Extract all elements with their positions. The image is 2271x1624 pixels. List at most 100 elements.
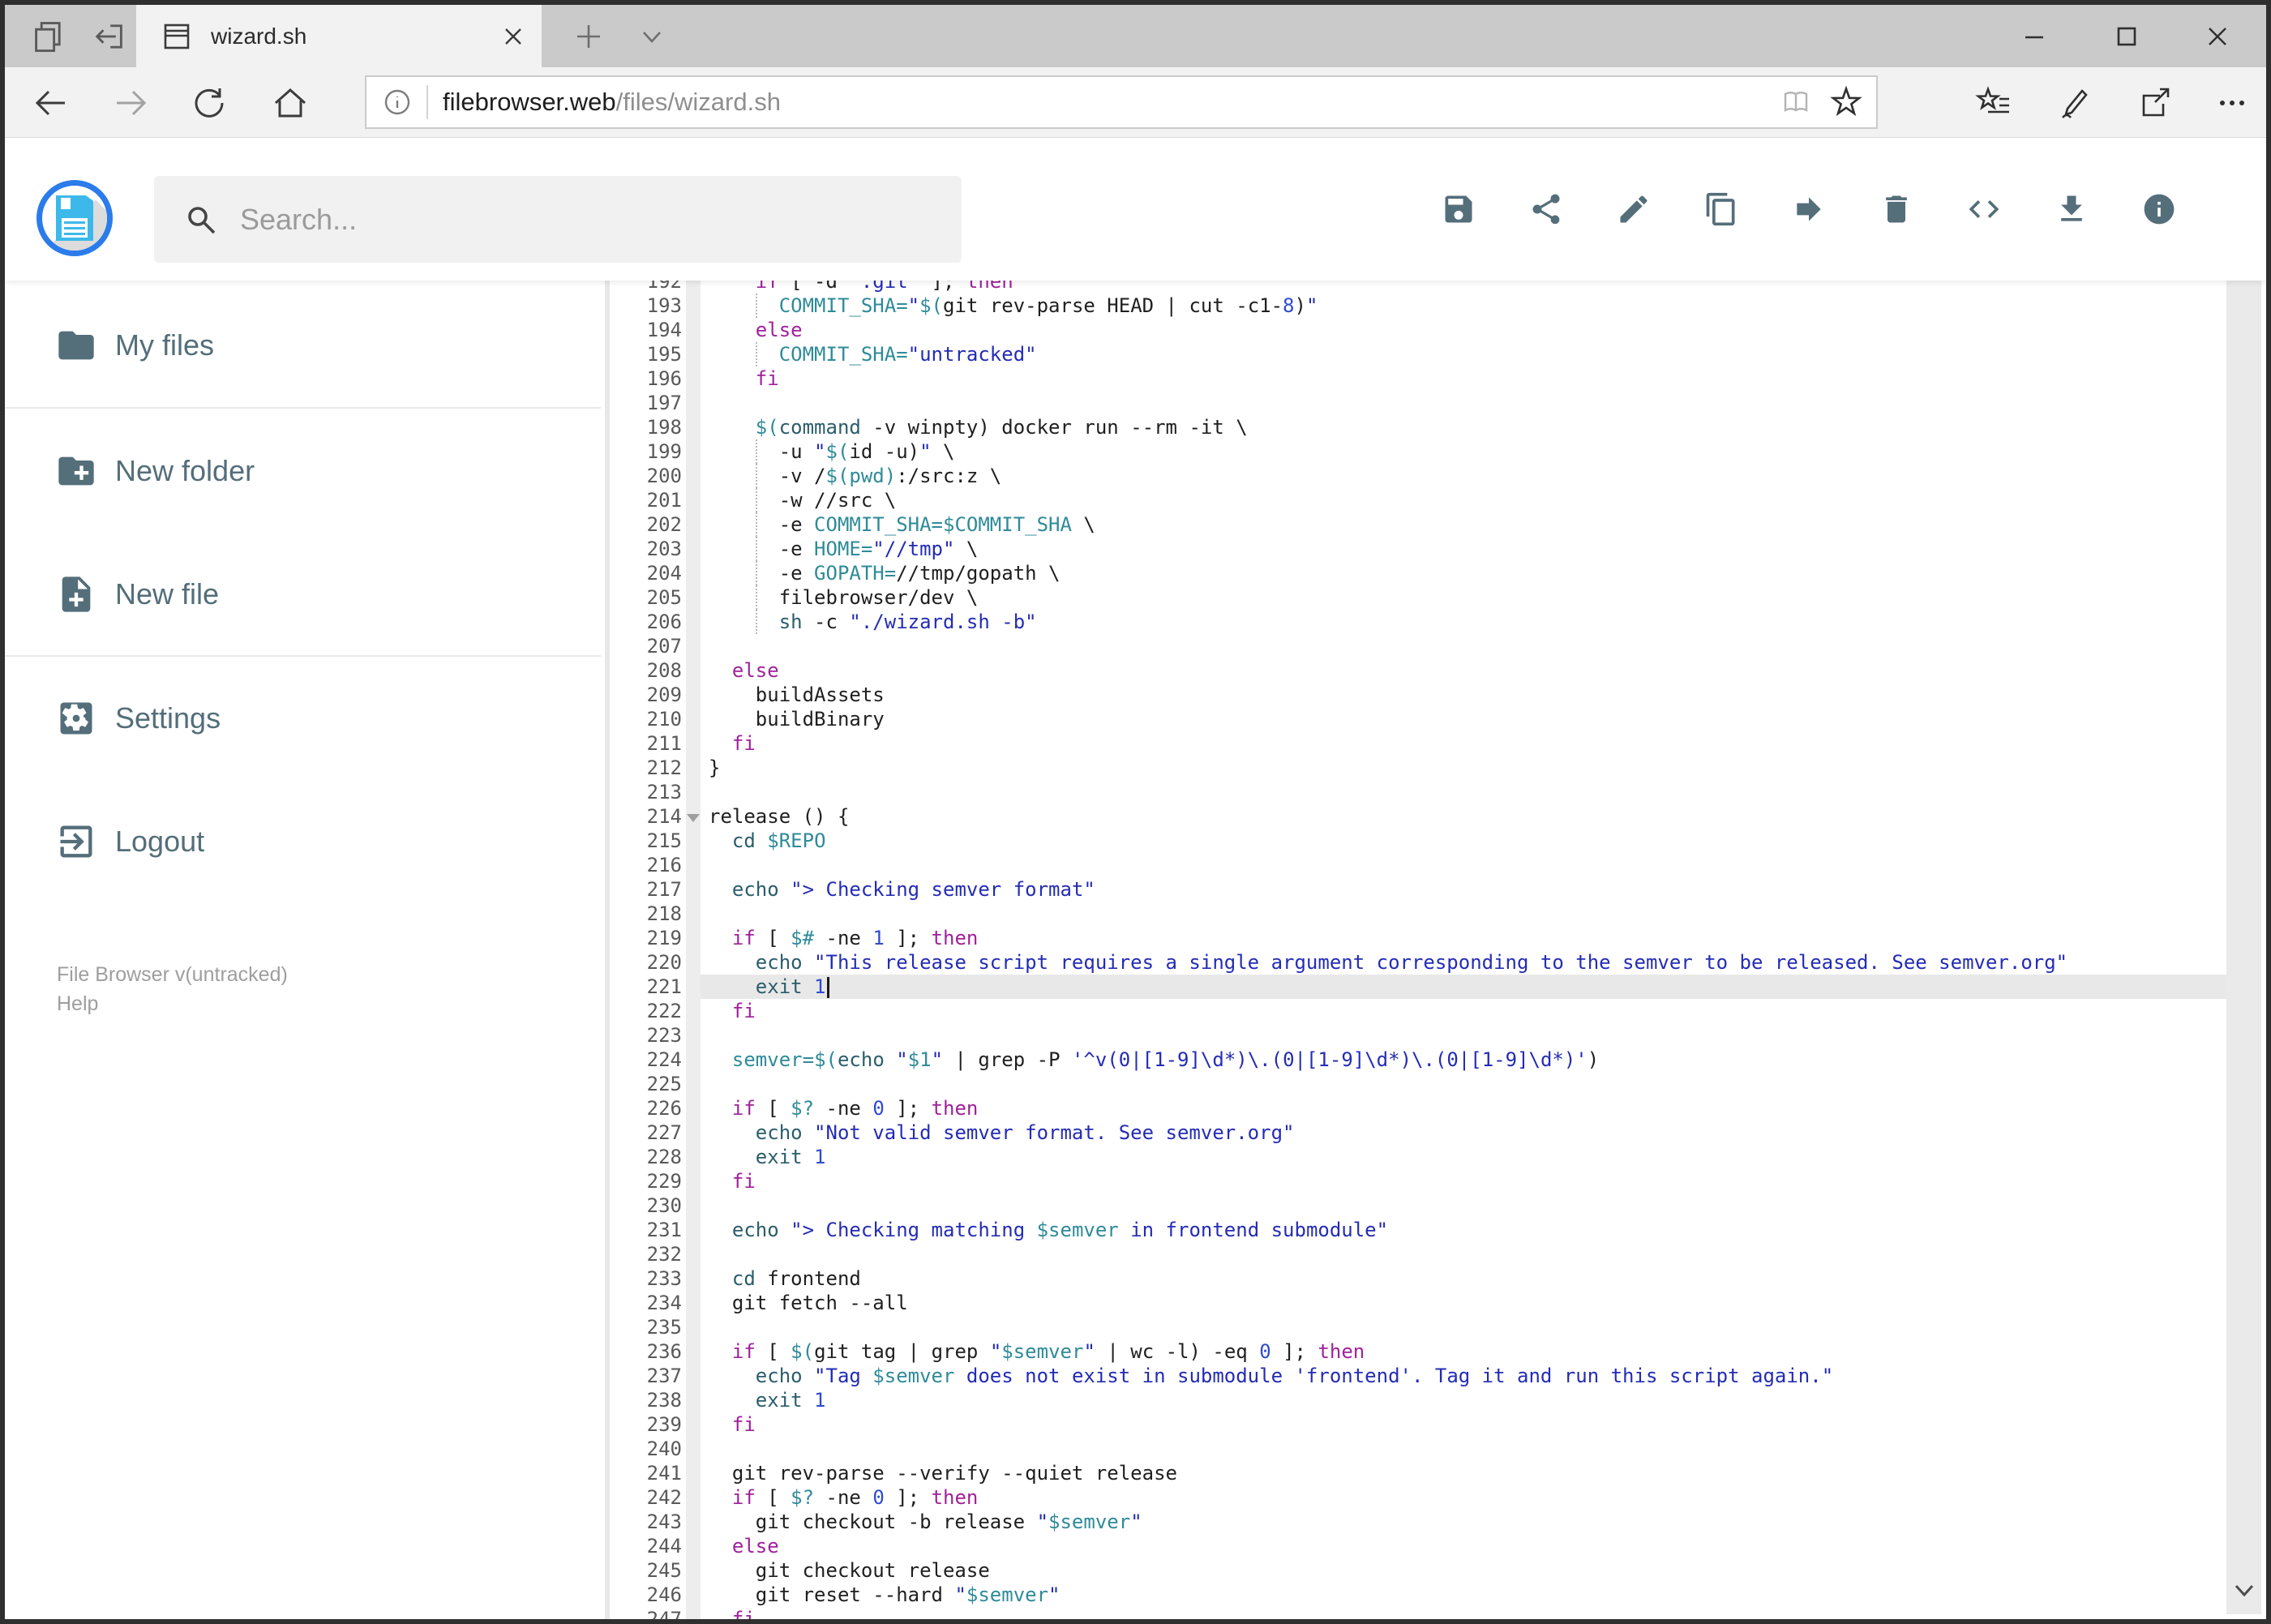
back-icon[interactable] [18,67,83,138]
code-line[interactable]: 247 fi [610,1607,2226,1619]
sidebar-item-settings[interactable]: Settings [5,681,589,756]
tab-chevron-icon[interactable] [623,5,681,67]
code-line[interactable]: 240 [610,1437,2226,1461]
info-button[interactable] [2115,165,2203,253]
code-line[interactable]: 211 fi [610,731,2226,756]
new-tab-icon[interactable] [559,5,618,67]
tab-previews-icon[interactable] [19,5,78,67]
code-line[interactable]: 197 [610,391,2226,415]
code-line[interactable]: 213 [610,780,2226,804]
code-line[interactable]: 205 filebrowser/dev \ [610,585,2226,610]
favorite-star-icon[interactable] [1821,77,1871,127]
code-line[interactable]: 236 if [ $(git tag | grep "$semver" | wc… [610,1339,2226,1364]
code-line[interactable]: 201 -w //src \ [610,488,2226,512]
code-line[interactable]: 238 exit 1 [610,1388,2226,1412]
code-line[interactable]: 245 git checkout release [610,1558,2226,1583]
code-line[interactable]: 194 else [610,318,2226,342]
code-line[interactable]: 222 fi [610,999,2226,1023]
set-tabs-aside-icon[interactable] [79,5,138,67]
page-scrollbar[interactable] [2226,148,2261,1614]
sidebar-item-logout[interactable]: Logout [5,804,589,879]
hub-icon[interactable] [1957,67,2030,138]
share-button[interactable] [1502,165,1590,253]
code-line[interactable]: 202 -e COMMIT_SHA=$COMMIT_SHA \ [610,512,2226,537]
folder-plus-icon [55,450,97,492]
code-line[interactable]: 232 [610,1242,2226,1266]
code-line[interactable]: 239 fi [610,1412,2226,1437]
reading-view-icon[interactable] [1771,77,1821,127]
code-line[interactable]: 218 [610,902,2226,926]
refresh-icon[interactable] [177,67,242,138]
browser-tab[interactable]: wizard.sh [136,5,542,67]
search-input[interactable]: Search... [154,176,962,263]
code-line[interactable]: 219 if [ $# -ne 1 ]; then [610,926,2226,950]
code-line[interactable]: 230 [610,1193,2226,1218]
help-link[interactable]: Help [57,989,98,1018]
code-line[interactable]: 246 git reset --hard "$semver" [610,1583,2226,1607]
code-line[interactable]: 243 git checkout -b release "$semver" [610,1510,2226,1534]
web-notes-icon[interactable] [2038,67,2111,138]
code-line[interactable]: 231 echo "> Checking matching $semver in… [610,1218,2226,1242]
site-info-icon[interactable] [381,86,413,118]
code-line[interactable]: 229 fi [610,1169,2226,1193]
home-icon[interactable] [258,67,323,138]
code-editor[interactable]: 192 if [ -d ".git" ]; then 193 COMMIT_SHA… [610,281,2226,1619]
code-line[interactable]: 214 release () { [610,804,2226,829]
share-icon[interactable] [2118,67,2191,138]
code-line[interactable]: 208 else [610,658,2226,683]
scroll-down-icon[interactable] [2226,1570,2261,1609]
maximize-icon[interactable] [2085,5,2169,67]
code-line[interactable]: 204 -e GOPATH=//tmp/gopath \ [610,561,2226,585]
code-line[interactable]: 242 if [ $? -ne 0 ]; then [610,1485,2226,1510]
edit-button[interactable] [1590,165,1678,253]
delete-button[interactable] [1853,165,1940,253]
sidebar-item-new-folder[interactable]: New folder [5,434,589,508]
code-line[interactable]: 227 echo "Not valid semver format. See s… [610,1121,2226,1145]
filebrowser-logo[interactable] [36,180,113,256]
code-line[interactable]: 215 cd $REPO [610,829,2226,853]
copy-button[interactable] [1678,165,1765,253]
address-bar[interactable]: filebrowser.web/files/wizard.sh [365,75,1878,129]
sidebar-item-my-files[interactable]: My files [5,308,589,383]
close-tab-icon[interactable] [491,15,535,58]
code-line[interactable]: 207 [610,634,2226,658]
code-line[interactable]: 199 -u "$(id -u)" \ [610,439,2226,464]
code-line[interactable]: 221 exit 1 [610,975,2226,999]
code-button[interactable] [1940,165,2028,253]
code-line[interactable]: 220 echo "This release script requires a… [610,950,2226,975]
code-line[interactable]: 226 if [ $? -ne 0 ]; then [610,1096,2226,1121]
code-line[interactable]: 228 exit 1 [610,1145,2226,1169]
code-area: 192 if [ -d ".git" ]; then 193 COMMIT_SHA… [610,281,2226,1619]
code-line[interactable]: 210 buildBinary [610,707,2226,731]
code-line[interactable]: 224 semver=$(echo "$1" | grep -P '^v(0|[… [610,1048,2226,1072]
code-line[interactable]: 212} [610,756,2226,780]
code-line[interactable]: 233 cd frontend [610,1266,2226,1291]
code-line[interactable]: 192 if [ -d ".git" ]; then [610,281,2226,294]
code-line[interactable]: 235 [610,1315,2226,1339]
fold-arrow-icon[interactable] [687,814,700,822]
sidebar-item-new-file[interactable]: New file [5,557,589,632]
minimize-icon[interactable] [1992,5,2076,67]
save-button[interactable] [1415,165,1502,253]
code-line[interactable]: 206 sh -c "./wizard.sh -b" [610,610,2226,634]
code-line[interactable]: 244 else [610,1534,2226,1558]
code-line[interactable]: 203 -e HOME="//tmp" \ [610,537,2226,561]
code-line[interactable]: 195 COMMIT_SHA="untracked" [610,342,2226,366]
code-line[interactable]: 200 -v /$(pwd):/src:z \ [610,464,2226,488]
code-line[interactable]: 237 echo "Tag $semver does not exist in … [610,1364,2226,1388]
forward-icon[interactable] [99,67,164,138]
code-line[interactable]: 241 git rev-parse --verify --quiet relea… [610,1461,2226,1485]
code-line[interactable]: 225 [610,1072,2226,1096]
code-line[interactable]: 234 git fetch --all [610,1291,2226,1315]
code-line[interactable]: 209 buildAssets [610,683,2226,707]
code-line[interactable]: 196 fi [610,366,2226,391]
code-line[interactable]: 216 [610,853,2226,877]
more-icon[interactable] [2196,67,2266,138]
code-line[interactable]: 198 $(command -v winpty) docker run --rm… [610,415,2226,439]
move-button[interactable] [1765,165,1853,253]
code-line[interactable]: 217 echo "> Checking semver format" [610,877,2226,902]
close-icon[interactable] [2175,5,2260,67]
code-line[interactable]: 193 COMMIT_SHA="$(git rev-parse HEAD | c… [610,294,2226,318]
code-line[interactable]: 223 [610,1023,2226,1048]
download-button[interactable] [2028,165,2115,253]
